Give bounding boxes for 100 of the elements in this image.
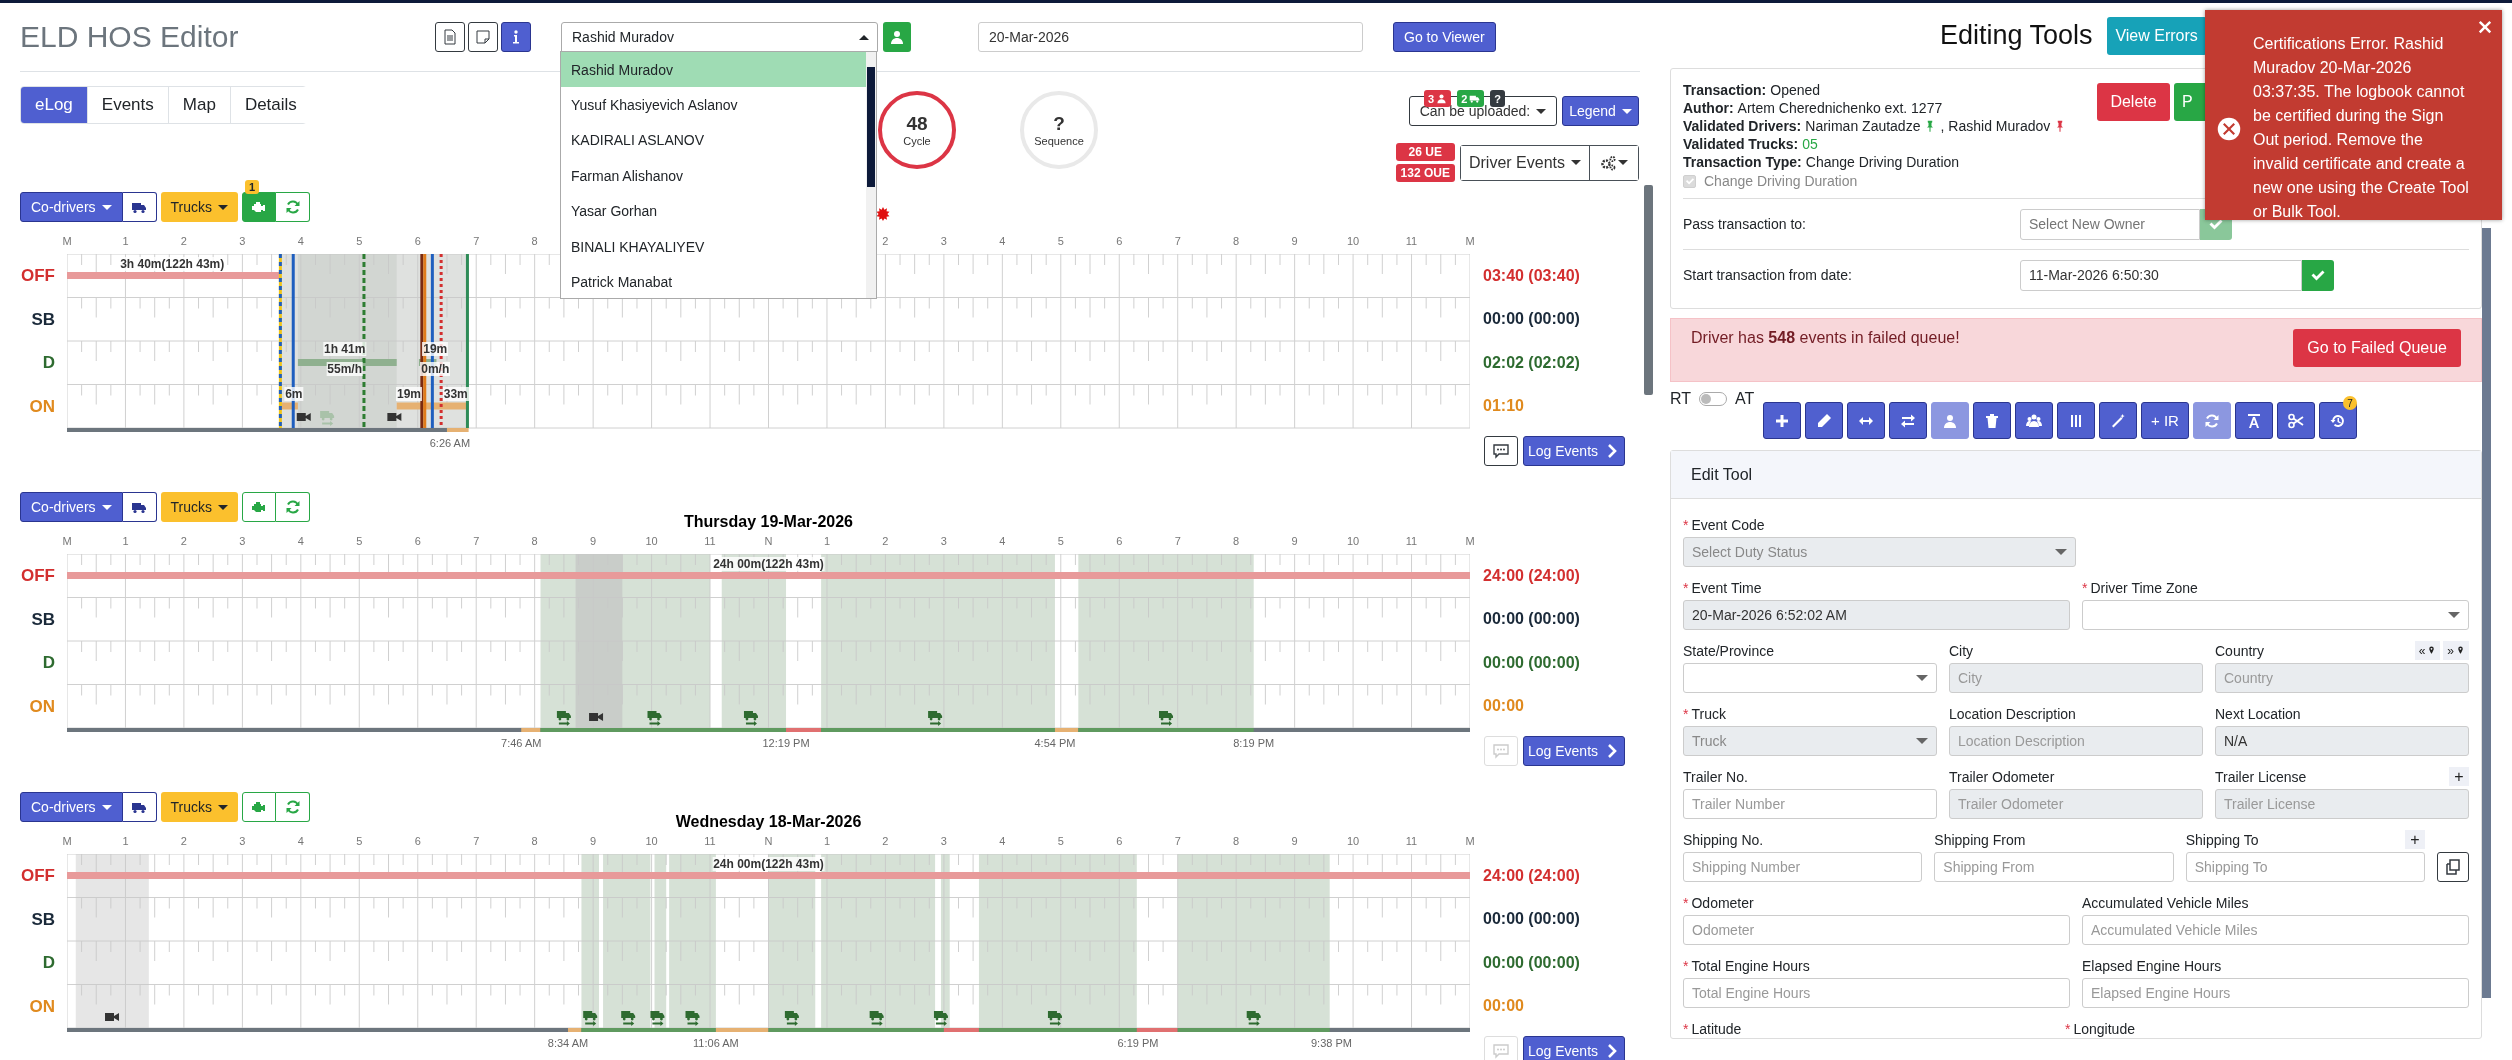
- co-drivers-dropdown[interactable]: Co-drivers: [20, 192, 123, 222]
- transaction-label: Author:: [1683, 99, 1734, 117]
- input-field[interactable]: Odometer: [1683, 915, 2070, 945]
- hour-label: 6: [414, 235, 421, 247]
- driver-name: Nariman Zautadze: [1805, 117, 1921, 135]
- duration-label: 55m/h: [326, 362, 363, 376]
- field-label: Trailer No.: [1683, 768, 1748, 785]
- field-label: Country: [2215, 642, 2265, 659]
- duty-total: 00:00 (00:00): [1483, 654, 1580, 671]
- hour-label: 11: [704, 535, 716, 547]
- field-label: Truck: [1691, 705, 1726, 722]
- field-label: Event Code: [1691, 516, 1765, 533]
- owner-select[interactable]: Select New Owner: [2020, 208, 2200, 240]
- driver-option[interactable]: Farman Alishanov: [561, 158, 866, 194]
- input-field[interactable]: Total Engine Hours: [1683, 978, 2070, 1008]
- hour-label: 1: [122, 835, 129, 847]
- hour-label: N: [764, 535, 773, 547]
- day-title: Thursday 19-Mar-2026: [684, 513, 853, 531]
- date-field[interactable]: 20-Mar-2026: [978, 22, 1363, 52]
- trucks-dropdown[interactable]: Trucks: [160, 492, 239, 522]
- hour-label: 6: [414, 535, 421, 547]
- duty-status-label: D: [42, 954, 55, 972]
- event-time-label: 6:19 PM: [1117, 1037, 1159, 1049]
- legend-dropdown[interactable]: Legend: [1562, 96, 1639, 126]
- required-mark: *: [1683, 957, 1689, 974]
- driver-option[interactable]: BINALI KHAYALIYEV: [561, 228, 866, 265]
- field-label: Trailer Odometer: [1949, 768, 2055, 785]
- driver-option[interactable]: Yasar Gorhan: [561, 193, 866, 229]
- transaction-label: Transaction Type:: [1683, 153, 1802, 171]
- go-to-failed-queue-button[interactable]: Go to Failed Queue: [2293, 329, 2461, 367]
- log-events-button[interactable]: Log Events: [1523, 1036, 1625, 1060]
- log-events-button[interactable]: Log Events: [1523, 736, 1625, 766]
- co-drivers-dropdown[interactable]: Co-drivers: [20, 792, 123, 822]
- event-time-label: 6:26 AM: [429, 437, 471, 449]
- date-field[interactable]: 11-Mar-2026 6:50:30: [2020, 259, 2302, 291]
- field-label: State/Province: [1683, 642, 1775, 659]
- hour-label: 2: [180, 835, 187, 847]
- hour-label: 9: [1291, 835, 1298, 847]
- hour-label: 1: [122, 535, 129, 547]
- field-label: Trailer License: [2215, 768, 2307, 785]
- hour-label: 9: [1291, 535, 1298, 547]
- hour-label: 10: [1346, 835, 1360, 847]
- add-button[interactable]: +: [2405, 830, 2425, 849]
- toast-message: Certifications Error. Rashid Muradov 20-Mar-2026 03:37:35. The logbook cannot be certified during the Sign Out period. Remove the invalid certificate and create a new one using the Create Tool or Bulk Tool.: [2253, 34, 2470, 222]
- required-mark: *: [2065, 1020, 2071, 1037]
- transaction-value: Opened: [1770, 81, 1821, 99]
- log-events-button[interactable]: Log Events: [1523, 436, 1625, 466]
- field-label: Accumulated Vehicle Miles: [2082, 894, 2249, 911]
- duration-label: 33m: [442, 387, 469, 401]
- alert-message: Driver has 548 events in failed queue!: [1691, 329, 1960, 348]
- hour-label: N: [764, 835, 773, 847]
- hour-label: 7: [1174, 535, 1181, 547]
- input-field[interactable]: Accumulated Vehicle Miles: [2082, 915, 2469, 945]
- count-badge: 1: [245, 180, 260, 194]
- input-field[interactable]: Shipping To: [2185, 852, 2425, 882]
- gauge-label: Cycle: [903, 135, 931, 147]
- input-field[interactable]: Trailer Number: [1683, 789, 1937, 819]
- hour-label: 11: [1405, 835, 1418, 847]
- tool-button[interactable]: + IR: [2141, 402, 2189, 439]
- driver-option[interactable]: KADIRALI ASLANOV: [561, 122, 866, 159]
- field-label: City: [1949, 642, 1974, 659]
- duty-total: 24:00 (24:00): [1483, 867, 1580, 884]
- app-title: ELD HOS Editor: [20, 20, 240, 54]
- input-field[interactable]: Shipping From: [1934, 852, 2174, 882]
- trucks-dropdown[interactable]: Trucks: [160, 192, 239, 222]
- hour-label: 9: [590, 835, 597, 847]
- event-time-label: 7:46 AM: [501, 737, 542, 749]
- driver-option[interactable]: Yusuf Khasiyevich Aslanov: [561, 87, 866, 123]
- delete-button[interactable]: Delete: [2097, 83, 2170, 121]
- field-label: Start transaction from date:: [1683, 267, 1853, 283]
- driver-option[interactable]: Rashid Muradov: [561, 52, 866, 88]
- driver-events-dropdown[interactable]: Driver Events: [1460, 145, 1590, 180]
- co-drivers-dropdown[interactable]: Co-drivers: [20, 492, 123, 522]
- hour-label: 9: [1291, 235, 1298, 247]
- driver-select[interactable]: Rashid Muradov: [561, 22, 878, 52]
- field-label: Event Time: [1691, 579, 1762, 596]
- field-label: Driver Time Zone: [2090, 579, 2198, 596]
- upload-count-badge: 2: [1457, 90, 1485, 107]
- hour-label: 1: [122, 235, 129, 247]
- input-field[interactable]: Elapsed Engine Hours: [2082, 978, 2469, 1008]
- driver-option[interactable]: Patrick Manabat: [561, 264, 866, 300]
- duty-status-label: SB: [31, 310, 55, 328]
- hour-label: 4: [297, 535, 304, 547]
- trucks-dropdown[interactable]: Trucks: [160, 792, 239, 822]
- field-label: Longitude: [2073, 1020, 2135, 1037]
- hour-label: 3: [940, 235, 947, 247]
- input-field[interactable]: Shipping Number: [1683, 852, 1923, 882]
- hour-label: M: [1465, 235, 1475, 247]
- gauge-value: ?: [1053, 113, 1065, 135]
- hour-label: 11: [704, 835, 716, 847]
- hour-label: 8: [1233, 235, 1240, 247]
- go-to-viewer-button[interactable]: Go to Viewer: [1393, 22, 1496, 52]
- tab[interactable]: eLog: [21, 87, 87, 123]
- duty-status-label: SB: [31, 910, 55, 928]
- hour-label: 2: [882, 535, 889, 547]
- hour-label: 10: [645, 835, 658, 847]
- hour-label: M: [62, 235, 72, 247]
- duty-total: 00:00: [1483, 698, 1524, 715]
- duration-label: 24h 00m(122h 43m): [712, 857, 825, 871]
- hour-label: 3: [239, 835, 246, 847]
